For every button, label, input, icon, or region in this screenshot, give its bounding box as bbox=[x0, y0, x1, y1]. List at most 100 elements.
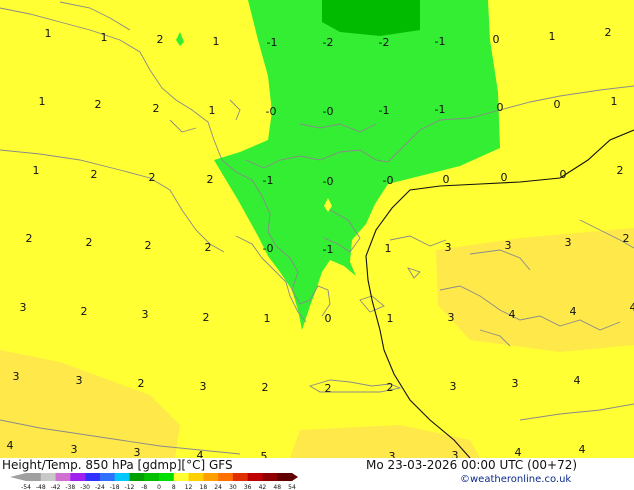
temperature-label: 1 bbox=[213, 35, 220, 48]
temperature-label: 0 bbox=[493, 33, 500, 46]
temperature-label: 0 bbox=[560, 168, 567, 181]
temperature-label: 3 bbox=[512, 377, 519, 390]
scale-swatch bbox=[218, 473, 234, 481]
color-scale-bar: -54 -48 -42 -38 -30 -24 -18 -12 -8 0 8 12 18 24 30 36 42… bbox=[10, 473, 298, 490]
temperature-label: 4 bbox=[197, 449, 204, 458]
temperature-label: 3 bbox=[20, 301, 27, 314]
temperature-label: 2 bbox=[207, 173, 214, 186]
scale-tick-label: -30 bbox=[80, 484, 90, 490]
temperature-label: -1 bbox=[267, 36, 278, 49]
scale-tick-label: -54 bbox=[21, 484, 31, 490]
temperature-label: 1 bbox=[387, 312, 394, 325]
temperature-label: -1 bbox=[435, 103, 446, 116]
temperature-label: 2 bbox=[605, 26, 612, 39]
temperature-label: 3 bbox=[565, 236, 572, 249]
temperature-label: 4 bbox=[509, 308, 516, 321]
scale-arrow-right bbox=[292, 473, 298, 481]
scale-tick-label: -12 bbox=[125, 484, 135, 490]
temperature-label: -1 bbox=[323, 243, 334, 256]
scale-swatch bbox=[99, 473, 115, 481]
temperature-label: -0 bbox=[323, 105, 334, 118]
temperature-label: -0 bbox=[383, 174, 394, 187]
temperature-label: 4 bbox=[574, 374, 581, 387]
temperature-label: 4 bbox=[579, 443, 586, 456]
temperature-label: -2 bbox=[379, 36, 390, 49]
temperature-label: -0 bbox=[263, 242, 274, 255]
temperature-label: 2 bbox=[153, 102, 160, 115]
temperature-label: 3 bbox=[450, 380, 457, 393]
scale-swatch bbox=[232, 473, 248, 481]
temperature-label: 1 bbox=[611, 95, 618, 108]
temperature-label: 0 bbox=[443, 173, 450, 186]
temperature-label: 2 bbox=[81, 305, 88, 318]
scale-swatch bbox=[188, 473, 204, 481]
scale-swatch bbox=[129, 473, 145, 481]
temperature-label: 1 bbox=[39, 95, 46, 108]
temperature-label: 3 bbox=[76, 374, 83, 387]
temperature-label: 2 bbox=[617, 164, 624, 177]
scale-swatch bbox=[26, 473, 42, 481]
scale-swatch bbox=[277, 473, 293, 481]
scale-tick-label: -48 bbox=[36, 484, 46, 490]
scale-swatch bbox=[70, 473, 86, 481]
weather-map[interactable]: 1 1 2 1 -1 -2 -2 -1 0 1 2 1 2 2 1 -0 -0 -1 -1 0 0 1 1 2 2 2 -1 -0 -0… bbox=[0, 0, 634, 458]
map-title: Height/Temp. 850 hPa [gdmp][°C] GFS bbox=[2, 458, 233, 472]
forecast-date: Mo 23-03-2026 00:00 UTC (00+72) bbox=[366, 458, 578, 472]
temperature-label: 3 bbox=[448, 311, 455, 324]
temperature-label: 1 bbox=[549, 30, 556, 43]
scale-tick-label: 54 bbox=[288, 484, 296, 490]
temperature-label: 3 bbox=[389, 450, 396, 458]
scale-tick-label: 36 bbox=[244, 484, 252, 490]
scale-tick-label: -38 bbox=[65, 484, 75, 490]
temperature-label: 0 bbox=[497, 101, 504, 114]
scale-tick-label: 8 bbox=[172, 484, 176, 490]
scale-swatch bbox=[114, 473, 130, 481]
scale-swatch bbox=[247, 473, 263, 481]
temperature-label: 1 bbox=[209, 104, 216, 117]
temperature-label: 3 bbox=[445, 241, 452, 254]
temperature-label: 3 bbox=[134, 446, 141, 458]
temperature-label: 2 bbox=[203, 311, 210, 324]
temperature-label: 4 bbox=[570, 305, 577, 318]
scale-swatch bbox=[40, 473, 56, 481]
temperature-label: -0 bbox=[266, 105, 277, 118]
temperature-label: 1 bbox=[101, 31, 108, 44]
temperature-label: 1 bbox=[385, 242, 392, 255]
scale-tick-label: 42 bbox=[259, 484, 267, 490]
scale-arrow-left bbox=[10, 473, 26, 481]
temperature-label: 3 bbox=[71, 443, 78, 456]
temperature-label: -1 bbox=[379, 104, 390, 117]
temperature-label: 2 bbox=[95, 98, 102, 111]
temperature-label: 3 bbox=[142, 308, 149, 321]
warm-region-east bbox=[436, 228, 634, 352]
scale-tick-label: 30 bbox=[229, 484, 237, 490]
temperature-label: 3 bbox=[452, 449, 459, 458]
scale-swatch bbox=[159, 473, 175, 481]
scale-swatch bbox=[55, 473, 71, 481]
temperature-label: 4 bbox=[630, 301, 634, 314]
temperature-label: 2 bbox=[145, 239, 152, 252]
scale-swatch bbox=[262, 473, 278, 481]
temperature-label: 2 bbox=[387, 381, 394, 394]
scale-swatch bbox=[144, 473, 160, 481]
scale-tick-label: -8 bbox=[141, 484, 147, 490]
temperature-label: 1 bbox=[264, 312, 271, 325]
temperature-label: 2 bbox=[26, 232, 33, 245]
temperature-label: 2 bbox=[149, 171, 156, 184]
scale-tick-label: 24 bbox=[214, 484, 222, 490]
temperature-label: 3 bbox=[505, 239, 512, 252]
temperature-label: 3 bbox=[13, 370, 20, 383]
temperature-label: 4 bbox=[7, 439, 14, 452]
temperature-label: 2 bbox=[205, 241, 212, 254]
temperature-label: 2 bbox=[262, 381, 269, 394]
temperature-label: 0 bbox=[501, 171, 508, 184]
scale-tick-label: -42 bbox=[51, 484, 61, 490]
temperature-label: 0 bbox=[554, 98, 561, 111]
temperature-label: 1 bbox=[33, 164, 40, 177]
scale-swatch bbox=[203, 473, 219, 481]
scale-swatch bbox=[173, 473, 189, 481]
credit-link[interactable]: ©weatheronline.co.uk bbox=[460, 474, 571, 485]
temperature-label: 2 bbox=[623, 232, 630, 245]
scale-tick-label: 0 bbox=[157, 484, 161, 490]
temperature-label: 2 bbox=[138, 377, 145, 390]
